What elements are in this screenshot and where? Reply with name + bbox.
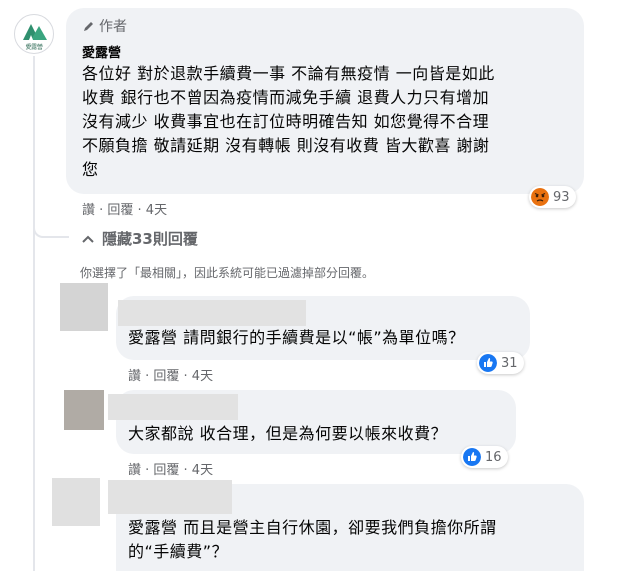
reply-avatar[interactable] bbox=[60, 283, 108, 331]
hidden-replies-label: 隱藏33則回覆 bbox=[102, 230, 198, 248]
reply-actions[interactable]: 讚 · 回覆 · 4天 bbox=[128, 365, 213, 384]
chevron-up-icon bbox=[82, 235, 94, 243]
filter-notice: 你選擇了「最相關」，因此系統可能已過濾掉部分回覆。 bbox=[80, 266, 375, 280]
reply-text-line: 愛露營 而且是營主自行休園，卻要我們負擔你所謂 bbox=[128, 518, 497, 537]
thread-branch bbox=[33, 226, 69, 238]
show-hidden-replies-button[interactable]: 隱藏33則回覆 bbox=[82, 228, 198, 249]
reply-avatar[interactable] bbox=[64, 390, 104, 430]
pencil-icon bbox=[84, 21, 93, 31]
angry-icon bbox=[531, 188, 549, 206]
main-comment-line: 各位好 對於退款手續費一事 不論有無疫情 一向皆是如此 bbox=[82, 64, 495, 83]
reply-reaction-count: 31 bbox=[501, 355, 518, 371]
reply-author-name-redacted[interactable] bbox=[108, 394, 238, 420]
reply-text: 愛露營 而且是營主自行休園，卻要我們負擔你所謂 的“手續費”？ bbox=[128, 516, 497, 564]
reply-text-line: 的“手續費”？ bbox=[128, 542, 229, 561]
reply-reactions[interactable]: 31 bbox=[477, 352, 524, 374]
reply-reaction-count: 16 bbox=[485, 449, 502, 465]
reply-text: 愛露營 請問銀行的手續費是以“帳”為單位嗎？ bbox=[128, 328, 465, 347]
main-comment-actions[interactable]: 讚 · 回覆 · 4天 bbox=[82, 199, 167, 218]
reply-avatar[interactable] bbox=[52, 478, 100, 526]
main-comment-author-name[interactable]: 愛露營 bbox=[82, 42, 121, 61]
main-comment-line: 您 bbox=[82, 160, 99, 179]
reply-reactions[interactable]: 16 bbox=[461, 446, 508, 468]
like-icon bbox=[463, 448, 481, 466]
main-reaction-count: 93 bbox=[553, 189, 570, 205]
author-badge-label: 作者 bbox=[99, 19, 127, 35]
thread-line-main bbox=[33, 56, 35, 571]
avatar-logo-text: 愛露營 bbox=[25, 44, 43, 51]
reply-author-name-redacted[interactable] bbox=[108, 480, 232, 514]
reply-author-name-redacted[interactable] bbox=[118, 300, 306, 326]
page-avatar[interactable]: 愛露營 bbox=[14, 14, 54, 54]
reply-text: 大家都說 收合理，但是為何要以帳來收費？ bbox=[128, 424, 448, 443]
main-comment-reactions[interactable]: 93 bbox=[529, 186, 576, 208]
main-comment-line: 不願負擔 敬請延期 沒有轉帳 則沒有收費 皆大歡喜 謝謝 bbox=[82, 136, 490, 155]
tent-logo-icon bbox=[23, 24, 47, 40]
author-badge: 作者 bbox=[82, 16, 127, 36]
main-comment-text: 各位好 對於退款手續費一事 不論有無疫情 一向皆是如此 收費 銀行也不曾因為疫情… bbox=[82, 62, 495, 182]
reply-actions[interactable]: 讚 · 回覆 · 4天 bbox=[128, 459, 213, 478]
like-icon bbox=[479, 354, 497, 372]
main-comment-line: 收費 銀行也不曾因為疫情而減免手續 退費人力只有增加 bbox=[82, 88, 490, 107]
main-comment-line: 沒有減少 收費事宜也在訂位時明確告知 如您覺得不合理 bbox=[82, 112, 490, 131]
